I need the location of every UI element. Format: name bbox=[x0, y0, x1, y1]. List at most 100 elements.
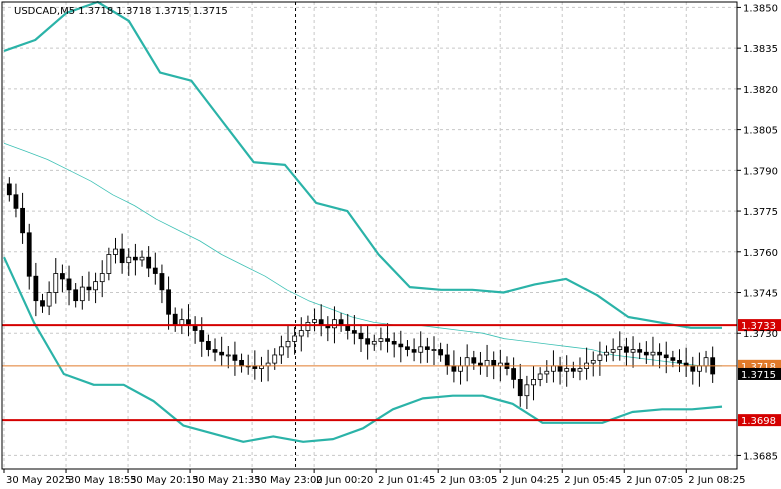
bull-candle-body bbox=[53, 273, 59, 293]
candle bbox=[630, 336, 636, 368]
bull-candle-body bbox=[458, 365, 463, 372]
bear-candle-body bbox=[491, 359, 497, 367]
bull-candle-body bbox=[630, 349, 636, 353]
x-tick-label: 2 Jun 04:25 bbox=[502, 475, 559, 486]
candle bbox=[371, 334, 377, 351]
candle bbox=[86, 271, 92, 301]
bull-candle-body bbox=[292, 335, 298, 342]
bear-candle-body bbox=[444, 354, 450, 367]
bear-candle-body bbox=[391, 340, 397, 345]
bull-candle-body bbox=[46, 292, 52, 307]
candle bbox=[444, 343, 450, 375]
candle bbox=[232, 341, 238, 376]
upper-band-line bbox=[3, 0, 722, 329]
bull-candle-body bbox=[697, 365, 702, 372]
bear-candle-body bbox=[166, 289, 171, 315]
bear-candle-body bbox=[60, 273, 65, 280]
candle bbox=[338, 312, 344, 332]
candle bbox=[305, 315, 311, 338]
candle bbox=[79, 275, 85, 310]
bull-candle-body bbox=[551, 365, 556, 372]
bull-candle-body bbox=[106, 254, 112, 274]
bull-candle-body bbox=[278, 346, 284, 356]
bull-candle-body bbox=[610, 349, 616, 353]
candle bbox=[73, 283, 79, 308]
bull-candle-body bbox=[524, 384, 530, 397]
y-tick-label: 1.3835 bbox=[743, 44, 778, 55]
y-tick-label: 1.3685 bbox=[743, 451, 778, 462]
bear-candle-body bbox=[351, 330, 357, 334]
candle bbox=[312, 308, 317, 332]
bear-candle-body bbox=[624, 346, 629, 353]
candle bbox=[677, 349, 682, 373]
y-tick-label: 1.3805 bbox=[743, 126, 778, 137]
candle bbox=[458, 356, 463, 385]
candle bbox=[584, 347, 590, 380]
candle bbox=[710, 346, 716, 383]
x-tick-label: 2 Jun 05:45 bbox=[564, 475, 621, 486]
candle bbox=[66, 265, 72, 306]
candle bbox=[610, 338, 616, 362]
bull-candle-body bbox=[305, 321, 311, 331]
bear-candle-body bbox=[132, 256, 138, 261]
candle bbox=[517, 363, 523, 407]
price-chart: 1.37331.37181.37151.3698 1.38501.38351.3… bbox=[1, 0, 781, 486]
candle bbox=[199, 317, 205, 357]
candle bbox=[106, 247, 112, 281]
candle bbox=[272, 348, 278, 370]
bear-candle-body bbox=[199, 330, 205, 342]
bear-candle-body bbox=[365, 338, 371, 345]
candle bbox=[345, 313, 351, 340]
x-tick-label: 2 Jun 08:25 bbox=[688, 475, 745, 486]
x-tick-label: 2 Jun 03:05 bbox=[440, 475, 497, 486]
bear-candle-body bbox=[438, 349, 444, 356]
bear-candle-body bbox=[411, 349, 417, 353]
candle bbox=[544, 360, 550, 383]
candle bbox=[259, 356, 264, 382]
y-tick-label: 1.3730 bbox=[743, 329, 778, 340]
bull-candle-body bbox=[464, 357, 470, 367]
candle bbox=[245, 354, 251, 375]
candle bbox=[132, 243, 138, 276]
candle bbox=[179, 308, 185, 335]
candle bbox=[398, 330, 404, 363]
candle bbox=[418, 331, 424, 364]
bear-candle-body bbox=[13, 194, 19, 209]
bear-candle-body bbox=[205, 340, 211, 350]
candle bbox=[451, 350, 457, 383]
candle bbox=[13, 183, 19, 218]
bull-candle-body bbox=[126, 256, 132, 264]
bear-candle-body bbox=[152, 267, 158, 274]
bear-candle-body bbox=[690, 365, 696, 372]
candle bbox=[159, 264, 165, 304]
bear-candle-body bbox=[405, 346, 410, 350]
bear-candle-body bbox=[239, 359, 244, 367]
y-tick-label: 1.3760 bbox=[743, 248, 778, 259]
x-tick-label: 30 May 20:15 bbox=[130, 475, 199, 486]
axes: 1.38501.38351.38201.38051.37901.37751.37… bbox=[1, 1, 778, 486]
bull-candle-body bbox=[577, 368, 583, 372]
bull-candle-body bbox=[99, 273, 105, 283]
candle bbox=[298, 317, 304, 352]
candle bbox=[60, 264, 65, 293]
candle bbox=[146, 246, 152, 278]
candle bbox=[166, 276, 171, 330]
y-tick-label: 1.3775 bbox=[743, 207, 778, 218]
bull-candle-body bbox=[418, 346, 424, 353]
level-label: 1.3715 bbox=[741, 370, 776, 381]
bear-candle-body bbox=[663, 354, 669, 359]
candle bbox=[683, 347, 689, 377]
x-tick-label: 30 May 18:55 bbox=[68, 475, 137, 486]
candle bbox=[431, 336, 437, 366]
bull-candle-body bbox=[312, 319, 317, 323]
candle bbox=[663, 341, 669, 374]
candle bbox=[26, 223, 32, 290]
candle bbox=[172, 307, 178, 332]
bollinger-bands bbox=[3, 0, 723, 443]
bull-candle-body bbox=[650, 351, 656, 356]
candle bbox=[697, 352, 702, 387]
candle bbox=[6, 177, 12, 202]
candle bbox=[424, 337, 430, 363]
candle bbox=[597, 341, 603, 376]
bull-candle-body bbox=[617, 346, 623, 350]
